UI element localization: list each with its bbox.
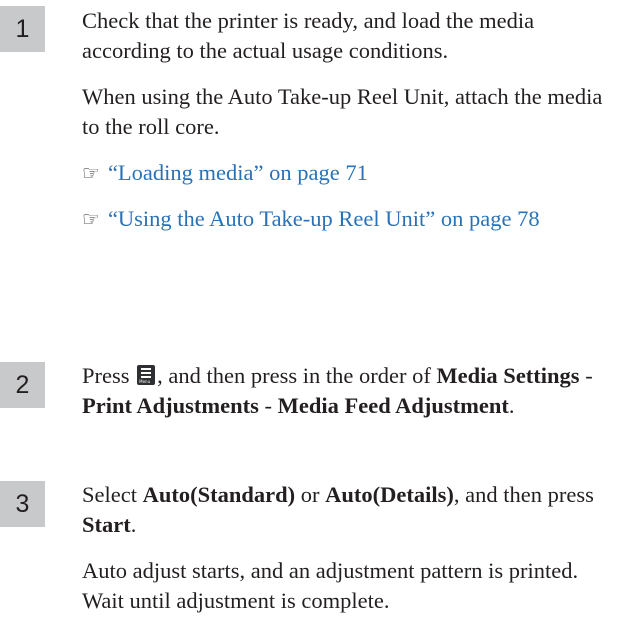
start-label: Start <box>82 512 131 537</box>
option-auto-standard: Auto(Standard) <box>142 482 296 507</box>
step-number: 2 <box>0 362 45 408</box>
reference-arrow-icon: ☞ <box>82 161 100 185</box>
step-body: Select Auto(Standard) or Auto(Details), … <box>82 480 612 616</box>
reference-row: ☞ “Using the Auto Take-up Reel Unit” on p… <box>82 204 612 234</box>
step-text: Press Menu, and then press in the order … <box>82 363 593 418</box>
option-auto-details: Auto(Details) <box>325 482 454 507</box>
menu-media-feed-adjustment: Media Feed Adjustment <box>277 393 509 418</box>
menu-icon: Menu <box>137 365 156 385</box>
step-number: 1 <box>0 6 45 52</box>
step-text: Check that the printer is ready, and loa… <box>82 8 535 63</box>
step-text: Select Auto(Standard) or Auto(Details), … <box>82 482 594 537</box>
manual-page: 1 Check that the printer is ready, and l… <box>0 0 619 623</box>
step-note: When using the Auto Take-up Reel Unit, a… <box>82 84 603 139</box>
step-body: Press Menu, and then press in the order … <box>82 361 612 421</box>
menu-print-adjustments: Print Adjustments <box>82 393 259 418</box>
menu-media-settings: Media Settings <box>436 363 580 388</box>
step-number: 3 <box>0 481 45 527</box>
reference-row: ☞ “Loading media” on page 71 <box>82 158 612 188</box>
step-body: Check that the printer is ready, and loa… <box>82 6 612 234</box>
reference-arrow-icon: ☞ <box>82 207 100 231</box>
link-auto-take-up-reel[interactable]: “Using the Auto Take-up Reel Unit” on pa… <box>108 206 540 231</box>
step-result: Auto adjust starts, and an adjustment pa… <box>82 558 579 613</box>
link-loading-media[interactable]: “Loading media” on page 71 <box>108 160 368 185</box>
